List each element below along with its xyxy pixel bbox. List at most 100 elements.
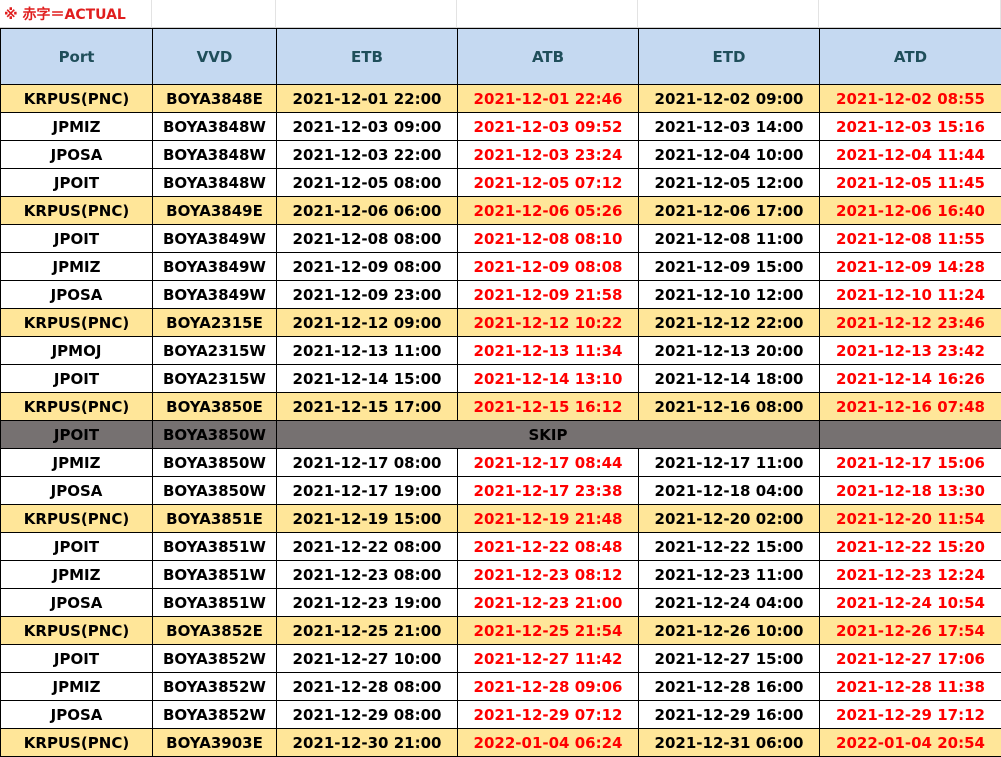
etb-cell: 2021-12-22 08:00 (276, 532, 458, 561)
etd-cell: 2021-12-23 11:00 (638, 560, 820, 589)
table-row: JPOIT BOYA3852W 2021-12-27 10:00 2021-12-27… (0, 644, 1001, 673)
vvd-cell: BOYA2315E (152, 308, 277, 337)
table-row: JPOIT BOYA3848W 2021-12-05 08:00 2021-12-05… (0, 168, 1001, 197)
atd-cell: 2021-12-14 16:26 (819, 364, 1001, 393)
etb-cell: 2021-12-28 08:00 (276, 672, 458, 701)
atb-cell: 2021-12-01 22:46 (457, 84, 639, 113)
table-row: JPOIT BOYA2315W 2021-12-14 15:00 2021-12-14… (0, 364, 1001, 393)
etb-cell: 2021-12-01 22:00 (276, 84, 458, 113)
table-row: JPMIZ BOYA3851W 2021-12-23 08:00 2021-12-23… (0, 560, 1001, 589)
vvd-cell: BOYA3852W (152, 672, 277, 701)
schedule-table: Port VVD ETB ATB ETD ATD KRPUS(PNC) BOYA3… (0, 28, 1001, 757)
etb-cell: 2021-12-17 19:00 (276, 476, 458, 505)
etd-cell: 2021-12-02 09:00 (638, 84, 820, 113)
header-vvd: VVD (152, 28, 277, 85)
atd-cell: 2021-12-12 23:46 (819, 308, 1001, 337)
note-cell: ※ 赤字＝ACTUAL (0, 0, 152, 28)
header-etd: ETD (638, 28, 820, 85)
vvd-cell: BOYA3849W (152, 252, 277, 281)
etd-cell: 2021-12-31 06:00 (638, 728, 820, 757)
port-cell: KRPUS(PNC) (0, 392, 153, 421)
vvd-cell: BOYA3851E (152, 504, 277, 533)
atb-cell: 2021-12-23 08:12 (457, 560, 639, 589)
table-row: JPOSA BOYA3852W 2021-12-29 08:00 2021-12-29… (0, 700, 1001, 729)
atd-cell: 2021-12-16 07:48 (819, 392, 1001, 421)
port-cell: JPMIZ (0, 672, 153, 701)
vvd-cell: BOYA3848E (152, 84, 277, 113)
etb-cell: 2021-12-06 06:00 (276, 196, 458, 225)
empty-cell (457, 0, 638, 28)
etb-cell: 2021-12-25 21:00 (276, 616, 458, 645)
atb-cell: 2021-12-08 08:10 (457, 224, 639, 253)
table-row: JPOSA BOYA3848W 2021-12-03 22:00 2021-12-03… (0, 140, 1001, 169)
etb-cell: 2021-12-23 08:00 (276, 560, 458, 589)
empty-cell (152, 0, 276, 28)
vvd-cell: BOYA3852W (152, 644, 277, 673)
etb-cell: 2021-12-23 19:00 (276, 588, 458, 617)
etb-cell: 2021-12-29 08:00 (276, 700, 458, 729)
port-cell: JPOSA (0, 140, 153, 169)
atd-cell: 2021-12-23 12:24 (819, 560, 1001, 589)
vvd-cell: BOYA3851W (152, 588, 277, 617)
etb-cell: 2021-12-30 21:00 (276, 728, 458, 757)
table-row: JPMIZ BOYA3852W 2021-12-28 08:00 2021-12-28… (0, 672, 1001, 701)
etd-cell: 2021-12-12 22:00 (638, 308, 820, 337)
header-port: Port (0, 28, 153, 85)
atb-cell: 2021-12-27 11:42 (457, 644, 639, 673)
etd-cell: 2021-12-29 16:00 (638, 700, 820, 729)
header-etb: ETB (276, 28, 458, 85)
etd-cell: 2021-12-26 10:00 (638, 616, 820, 645)
empty-cell (819, 0, 1001, 28)
port-cell: JPOIT (0, 168, 153, 197)
etd-cell: 2021-12-17 11:00 (638, 448, 820, 477)
atb-cell: 2021-12-12 10:22 (457, 308, 639, 337)
empty-cell (819, 420, 1001, 449)
etd-cell: 2021-12-24 04:00 (638, 588, 820, 617)
vvd-cell: BOYA3850W (152, 448, 277, 477)
table-row: KRPUS(PNC) BOYA3903E 2021-12-30 21:00 2022-… (0, 728, 1001, 757)
etb-cell: 2021-12-08 08:00 (276, 224, 458, 253)
atd-cell: 2022-01-04 20:54 (819, 728, 1001, 757)
port-cell: JPOSA (0, 476, 153, 505)
etd-cell: 2021-12-03 14:00 (638, 112, 820, 141)
atd-cell: 2021-12-02 08:55 (819, 84, 1001, 113)
etd-cell: 2021-12-09 15:00 (638, 252, 820, 281)
vvd-cell: BOYA3848W (152, 140, 277, 169)
table-row: KRPUS(PNC) BOYA3851E 2021-12-19 15:00 2021-… (0, 504, 1001, 533)
table-row: KRPUS(PNC) BOYA3849E 2021-12-06 06:00 2021-… (0, 196, 1001, 225)
port-cell: JPOIT (0, 224, 153, 253)
atb-cell: 2021-12-03 09:52 (457, 112, 639, 141)
atb-cell: 2021-12-14 13:10 (457, 364, 639, 393)
port-cell: KRPUS(PNC) (0, 616, 153, 645)
etd-cell: 2021-12-16 08:00 (638, 392, 820, 421)
vvd-cell: BOYA3850E (152, 392, 277, 421)
vvd-cell: BOYA2315W (152, 336, 277, 365)
vvd-cell: BOYA3852W (152, 700, 277, 729)
atd-cell: 2021-12-28 11:38 (819, 672, 1001, 701)
atd-cell: 2021-12-18 13:30 (819, 476, 1001, 505)
etd-cell: 2021-12-04 10:00 (638, 140, 820, 169)
skip-cell: SKIP (276, 420, 820, 449)
vvd-cell: BOYA3852E (152, 616, 277, 645)
actual-legend-note: ※ 赤字＝ACTUAL (4, 6, 126, 23)
atd-cell: 2021-12-20 11:54 (819, 504, 1001, 533)
atd-cell: 2021-12-22 15:20 (819, 532, 1001, 561)
atb-cell: 2021-12-13 11:34 (457, 336, 639, 365)
etb-cell: 2021-12-05 08:00 (276, 168, 458, 197)
etb-cell: 2021-12-13 11:00 (276, 336, 458, 365)
vvd-cell: BOYA3851W (152, 532, 277, 561)
vvd-cell: BOYA3848W (152, 168, 277, 197)
etd-cell: 2021-12-27 15:00 (638, 644, 820, 673)
etd-cell: 2021-12-14 18:00 (638, 364, 820, 393)
port-cell: JPMIZ (0, 448, 153, 477)
port-cell: JPOIT (0, 644, 153, 673)
header-atb: ATB (457, 28, 639, 85)
atb-cell: 2021-12-09 21:58 (457, 280, 639, 309)
table-body: KRPUS(PNC) BOYA3848E 2021-12-01 22:00 2021-… (0, 84, 1001, 757)
etb-cell: 2021-12-27 10:00 (276, 644, 458, 673)
vvd-cell: BOYA3850W (152, 420, 277, 449)
vvd-cell: BOYA3903E (152, 728, 277, 757)
vvd-cell: BOYA3849E (152, 196, 277, 225)
etd-cell: 2021-12-13 20:00 (638, 336, 820, 365)
port-cell: KRPUS(PNC) (0, 84, 153, 113)
